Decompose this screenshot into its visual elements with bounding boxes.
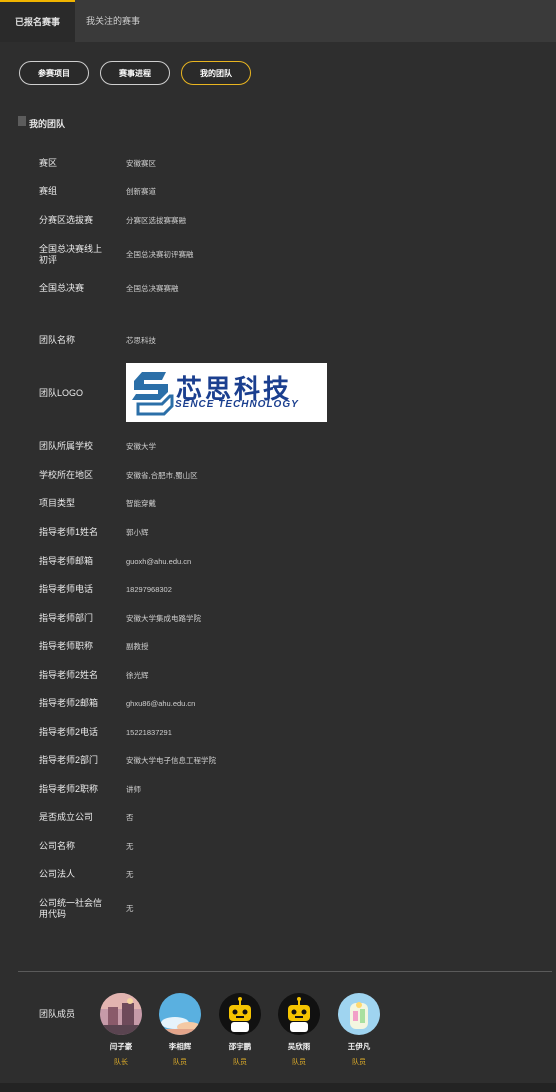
field-value-advisor1-phone: 18297968302 bbox=[126, 585, 172, 594]
member-name: 王伊凡 bbox=[347, 1042, 371, 1051]
landscape-avatar[interactable] bbox=[100, 993, 142, 1035]
field-label-company-legal: 公司法人 bbox=[39, 869, 76, 879]
section-marker bbox=[18, 116, 26, 126]
field-value-advisor1-email: guoxh@ahu.edu.cn bbox=[126, 557, 192, 566]
field-value-school-area: 安徽省,合肥市,蜀山区 bbox=[126, 471, 198, 480]
field-label-advisor2-email: 指导老师2邮箱 bbox=[39, 698, 99, 708]
member-role: 队员 bbox=[173, 1059, 187, 1066]
tab-registered-events[interactable]: 已报名赛事 bbox=[0, 0, 75, 42]
member-name: 李相辉 bbox=[168, 1042, 192, 1051]
field-value-group: 创新赛道 bbox=[126, 187, 156, 196]
toy-avatar[interactable] bbox=[338, 993, 380, 1035]
field-value-advisor1-title: 副教授 bbox=[126, 642, 149, 651]
field-label-project-type: 项目类型 bbox=[39, 498, 76, 508]
member-name: 邵宇鹏 bbox=[228, 1042, 252, 1051]
robot-avatar[interactable] bbox=[219, 993, 261, 1035]
sky-avatar[interactable] bbox=[159, 993, 201, 1035]
my-team-button[interactable]: 我的团队 bbox=[181, 61, 251, 85]
top-tab-bar: 已报名赛事 我关注的赛事 bbox=[0, 0, 556, 42]
field-value-advisor1-dept: 安徽大学集成电路学院 bbox=[126, 614, 201, 623]
field-label-advisor2-phone: 指导老师2电话 bbox=[39, 727, 99, 737]
field-label-region: 赛区 bbox=[39, 158, 58, 168]
member-card[interactable]: 王伊凡 队员 bbox=[334, 993, 384, 1067]
field-value-company-name: 无 bbox=[126, 842, 134, 851]
section-title: 我的团队 bbox=[29, 119, 66, 129]
field-value-advisor2-email: ghxu86@ahu.edu.cn bbox=[126, 699, 196, 708]
field-label-advisor1-phone: 指导老师电话 bbox=[39, 584, 94, 594]
field-label-advisor1-email: 指导老师邮箱 bbox=[39, 556, 94, 566]
field-value-region: 安徽赛区 bbox=[126, 159, 156, 168]
field-label-school: 团队所属学校 bbox=[39, 441, 94, 451]
field-label-advisor1-dept: 指导老师部门 bbox=[39, 613, 94, 623]
field-value-company-legal: 无 bbox=[126, 870, 134, 879]
member-role: 队员 bbox=[292, 1059, 306, 1066]
field-value-national-online: 全国总决赛初评赛融 bbox=[126, 250, 194, 259]
field-label-regional-selection: 分赛区选拔赛 bbox=[39, 215, 94, 225]
field-value-regional-selection: 分赛区选拔赛赛融 bbox=[126, 216, 186, 225]
field-label-national-online: 全国总决赛线上初评 bbox=[39, 244, 103, 265]
project-button[interactable]: 参赛项目 bbox=[19, 61, 89, 85]
tab-followed-events[interactable]: 我关注的赛事 bbox=[75, 0, 151, 42]
member-card[interactable]: 吴欣雨 队员 bbox=[274, 993, 324, 1067]
divider bbox=[18, 971, 552, 972]
field-value-national-final: 全国总决赛赛融 bbox=[126, 284, 179, 293]
member-role: 队员 bbox=[352, 1059, 366, 1066]
bottom-bar bbox=[0, 1083, 556, 1092]
field-label-team-logo: 团队LOGO bbox=[39, 388, 84, 398]
field-value-has-company: 否 bbox=[126, 813, 134, 822]
field-value-advisor2-name: 徐光辉 bbox=[126, 671, 149, 680]
member-card[interactable]: 李相辉 队员 bbox=[155, 993, 205, 1067]
team-logo-image: 芯思科技 SENCE TECHNOLOGY bbox=[126, 363, 327, 422]
field-label-advisor1-title: 指导老师职称 bbox=[39, 641, 94, 651]
member-name: 吴欣雨 bbox=[287, 1042, 311, 1051]
field-value-advisor2-title: 讲师 bbox=[126, 785, 141, 794]
field-label-company-name: 公司名称 bbox=[39, 841, 76, 851]
member-role: 队长 bbox=[114, 1059, 128, 1066]
field-label-group: 赛组 bbox=[39, 186, 58, 196]
field-value-advisor2-dept: 安徽大学电子信息工程学院 bbox=[126, 756, 216, 765]
member-card[interactable]: 闫子豪 队长 bbox=[96, 993, 146, 1067]
field-label-national-final: 全国总决赛 bbox=[39, 283, 85, 293]
field-value-advisor2-phone: 15221837291 bbox=[126, 728, 172, 737]
field-label-advisor2-title: 指导老师2职称 bbox=[39, 784, 99, 794]
field-label-school-area: 学校所在地区 bbox=[39, 470, 94, 480]
member-role: 队员 bbox=[233, 1059, 247, 1066]
field-value-team-name: 芯思科技 bbox=[126, 336, 156, 345]
progress-button[interactable]: 赛事进程 bbox=[100, 61, 170, 85]
field-label-team-name: 团队名称 bbox=[39, 335, 76, 345]
field-label-has-company: 是否成立公司 bbox=[39, 812, 94, 822]
field-value-school: 安徽大学 bbox=[126, 442, 156, 451]
field-value-project-type: 智能穿戴 bbox=[126, 499, 156, 508]
field-label-advisor2-name: 指导老师2姓名 bbox=[39, 670, 99, 680]
robot-avatar[interactable] bbox=[278, 993, 320, 1035]
member-name: 闫子豪 bbox=[109, 1042, 133, 1051]
field-label-advisor1-name: 指导老师1姓名 bbox=[39, 527, 99, 537]
field-label-advisor2-dept: 指导老师2部门 bbox=[39, 755, 99, 765]
member-card[interactable]: 邵宇鹏 队员 bbox=[215, 993, 265, 1067]
sence-logo-icon bbox=[132, 372, 174, 416]
field-label-credit-code: 公司统一社会信用代码 bbox=[39, 898, 103, 919]
field-value-advisor1-name: 郭小辉 bbox=[126, 528, 149, 537]
field-value-credit-code: 无 bbox=[126, 904, 134, 913]
logo-english-text: SENCE TECHNOLOGY bbox=[175, 399, 299, 410]
